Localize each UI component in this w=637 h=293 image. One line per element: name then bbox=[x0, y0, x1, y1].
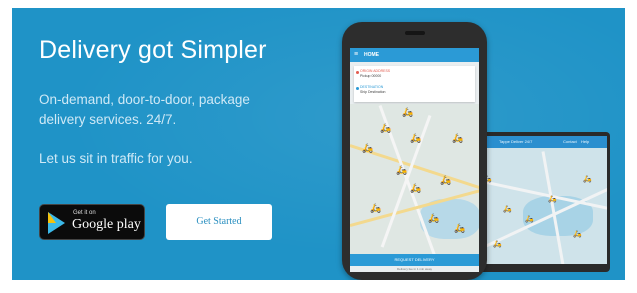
scooter-icon: 🛵 bbox=[380, 123, 392, 133]
laptop-link-help[interactable]: Help bbox=[581, 139, 589, 144]
dropoff-value[interactable]: Ship Destination bbox=[360, 90, 386, 94]
scooter-icon: 🛵 bbox=[370, 203, 382, 213]
scooter-icon: 🛵 bbox=[428, 213, 440, 223]
map-view[interactable]: 🛵 🛵 🛵 🛵 🛵 🛵 🛵 🛵 🛵 🛵 🛵 bbox=[350, 104, 479, 257]
google-play-button[interactable]: Get it on Google play bbox=[39, 204, 145, 240]
scooter-icon: 🛵 bbox=[503, 206, 512, 213]
pickup-marker-icon bbox=[356, 71, 359, 74]
scooter-icon: 🛵 bbox=[573, 231, 582, 238]
app-header-bar: ≡ HOME bbox=[350, 48, 479, 62]
scooter-icon: 🛵 bbox=[410, 183, 422, 193]
phone-device: ≡ HOME ORIGIN ADDRESS Pickup 00000 DESTI… bbox=[342, 22, 487, 280]
scooter-icon: 🛵 bbox=[402, 107, 414, 117]
scooter-icon: 🛵 bbox=[452, 133, 464, 143]
scooter-icon: 🛵 bbox=[362, 143, 374, 153]
pickup-label: ORIGIN ADDRESS bbox=[360, 69, 391, 73]
scooter-icon: 🛵 bbox=[396, 165, 408, 175]
scooter-icon: 🛵 bbox=[548, 196, 557, 203]
dropoff-label: DESTINATION bbox=[360, 85, 384, 89]
scooter-icon: 🛵 bbox=[525, 216, 534, 223]
scooter-icon: 🛵 bbox=[454, 223, 466, 233]
phone-screen: ≡ HOME ORIGIN ADDRESS Pickup 00000 DESTI… bbox=[350, 48, 479, 272]
hero-description: On-demand, door-to-door, package deliver… bbox=[39, 92, 250, 127]
google-play-small-label: Get it on bbox=[73, 210, 96, 216]
laptop-link-contact[interactable]: Contact bbox=[563, 139, 577, 144]
dropoff-marker-icon bbox=[356, 87, 359, 90]
address-card: ORIGIN ADDRESS Pickup 00000 DESTINATION … bbox=[354, 66, 475, 102]
app-title: HOME bbox=[364, 52, 379, 58]
google-play-icon bbox=[48, 212, 65, 234]
scooter-icon: 🛵 bbox=[410, 133, 422, 143]
hero-banner: Delivery got Simpler On-demand, door-to-… bbox=[12, 8, 625, 280]
hero-tagline: Let us sit in traffic for you. bbox=[39, 151, 193, 166]
hero-title: Delivery got Simpler bbox=[39, 36, 267, 64]
request-delivery-button[interactable]: REQUEST DELIVERY bbox=[350, 254, 479, 266]
laptop-header-text: Tappe Deliver 24/7 bbox=[499, 139, 533, 144]
hamburger-icon[interactable]: ≡ bbox=[354, 51, 358, 58]
phone-camera bbox=[405, 31, 425, 35]
scooter-icon: 🛵 bbox=[440, 175, 452, 185]
google-play-label: Google play bbox=[72, 217, 141, 232]
scooter-icon: 🛵 bbox=[493, 241, 502, 248]
get-started-button[interactable]: Get Started bbox=[166, 204, 272, 240]
scooter-icon: 🛵 bbox=[583, 176, 592, 183]
phone-footer-text: Delivery fee in 1 min away bbox=[396, 267, 432, 271]
pickup-value[interactable]: Pickup 00000 bbox=[360, 74, 381, 78]
